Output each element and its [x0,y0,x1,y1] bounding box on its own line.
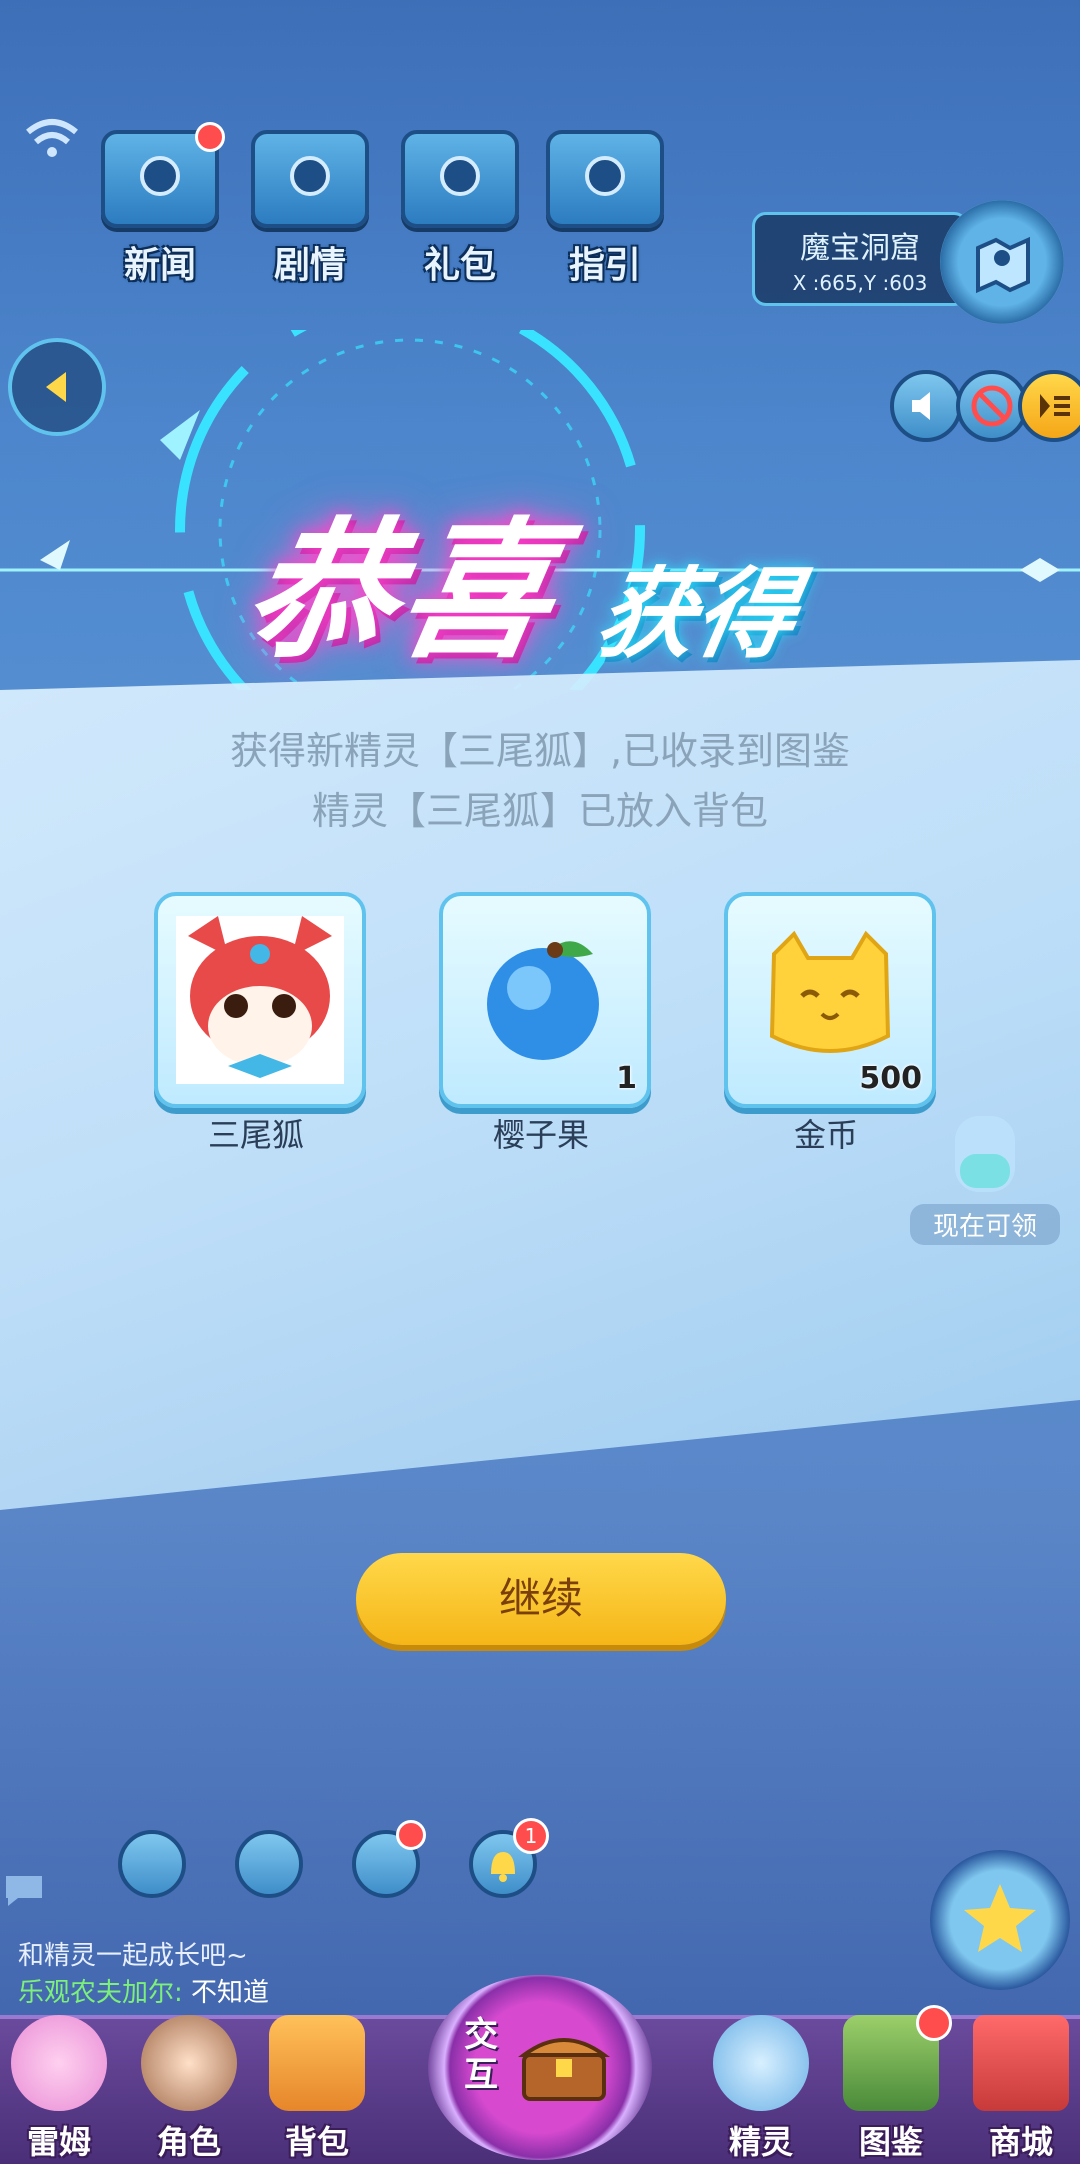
reward-name-cherry-fruit: 樱子果 [492,1116,589,1154]
claim-now-widget[interactable]: 现在可领 [910,1110,1060,1245]
reward-name-three-tailed-fox: 三尾狐 [207,1116,304,1154]
location-name: 魔宝洞窟 [800,231,920,266]
reward-card-cherry-fruit[interactable]: 1 [439,892,651,1108]
nav-shop[interactable]: 商城 [966,2005,1076,2161]
reward-card-gold-coin[interactable]: 500 [724,892,936,1108]
fox-creature-icon [176,916,344,1084]
wifi-icon [26,119,78,157]
leimu-avatar-icon [11,2015,107,2111]
claim-now-label: 现在可领 [910,1204,1060,1245]
interact-label: 交互 [464,2015,498,2095]
shop-icon [973,2015,1069,2111]
action-button-2[interactable] [235,1830,303,1898]
nav-codex[interactable]: 图鉴 [836,2005,952,2161]
map-button[interactable] [940,200,1064,324]
star-wand-icon [964,1884,1036,1952]
chat-line-2: 乐观农夫加尔: 不知道 [18,1972,269,2009]
obtained-title: 获得 [588,558,805,672]
nav-character[interactable]: 角色 [134,2005,244,2161]
star-skill-button[interactable] [930,1850,1070,1990]
location-coords: X :665,Y :603 [792,271,928,295]
reward-message-1: 获得新精灵【三尾狐】,已收录到图鉴 [229,729,851,773]
pet-badge [396,1820,426,1850]
backpack-icon [269,2015,365,2111]
guide-button[interactable]: 指引 [540,130,670,286]
chat-speaker: 乐观农夫加尔: [18,1978,183,2008]
action-button-1[interactable] [118,1830,186,1898]
reward-card-three-tailed-fox[interactable] [154,892,366,1108]
codex-badge [916,2005,952,2041]
nav-spirit[interactable]: 精灵 [706,2005,816,2161]
nav-interact[interactable]: 交互 [428,1975,652,2160]
nav-backpack[interactable]: 背包 [262,2005,372,2161]
location-panel: 魔宝洞窟 X :665,Y :603 [752,212,968,306]
guide-icon [546,130,664,228]
pet-button[interactable] [352,1820,426,1898]
reward-qty-cherry-fruit: 1 [616,1061,637,1096]
treasure-chest-icon [517,2038,611,2101]
bell-button[interactable]: 1 [469,1818,549,1898]
news-badge [195,122,225,152]
congrats-title: 恭喜 [232,505,571,679]
chat-bubble-icon[interactable] [0,1870,48,1910]
chat-line-1: 和精灵一起成长吧~ [18,1941,248,1971]
gift-pack-button[interactable]: 礼包 [395,130,525,286]
gift-pack-icon [401,130,519,228]
spirit-icon [713,2015,809,2111]
reward-message-2: 精灵【三尾狐】已放入背包 [311,789,768,833]
reward-name-gold-coin: 金币 [793,1116,858,1154]
reward-qty-gold-coin: 500 [859,1061,922,1096]
bottle-icon [955,1116,1015,1192]
chat-message: 不知道 [191,1978,270,2008]
story-icon [251,130,369,228]
continue-button[interactable]: 继续 [356,1553,726,1645]
map-icon [976,236,1030,294]
bell-badge: 1 [513,1818,549,1854]
news-button[interactable]: 新闻 [95,122,225,286]
character-avatar-icon [141,2015,237,2111]
nav-leimu[interactable]: 雷姆 [4,2005,114,2161]
story-button[interactable]: 剧情 [245,130,375,286]
